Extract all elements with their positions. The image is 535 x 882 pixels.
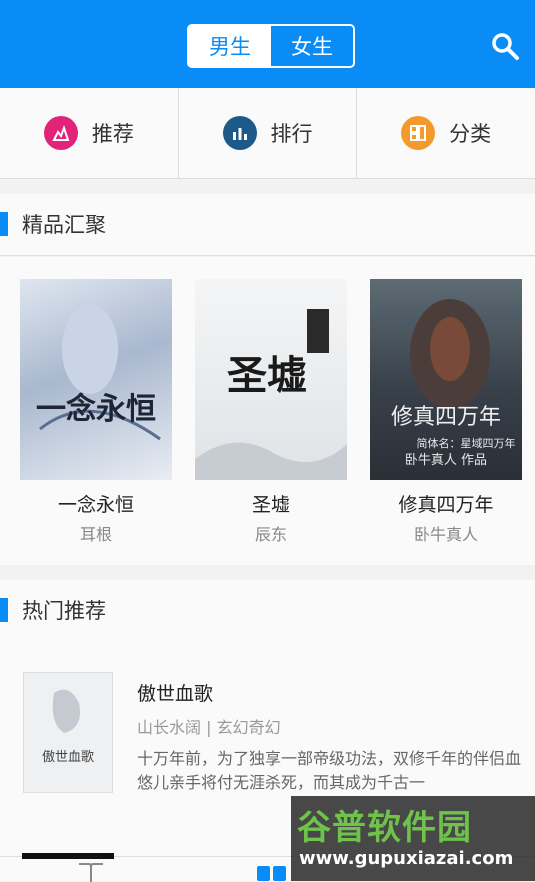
bar-chart-icon <box>222 116 257 150</box>
gender-toggle: 男生 女生 <box>187 24 355 68</box>
top-bar: 男生 女生 <box>0 0 535 88</box>
tab-male[interactable]: 男生 <box>189 26 271 66</box>
bookshelf-icon[interactable] <box>77 862 105 882</box>
cover-title-text: 傲世血歌 <box>42 750 94 765</box>
featured-header: 精品汇聚 <box>0 194 535 256</box>
watermark-url: www.gupuxiazai.com <box>299 848 514 869</box>
book-title: 傲世血歌 <box>137 683 214 705</box>
bookstore-icon[interactable] <box>256 865 288 882</box>
book-cover[interactable]: 圣墟 <box>195 279 347 480</box>
hot-title: 热门推荐 <box>22 599 106 623</box>
cover-title-text: 圣墟 <box>227 352 307 399</box>
tab-indicator <box>22 853 114 859</box>
nav-ranking-label: 排行 <box>270 122 313 146</box>
nav-category[interactable]: 分类 <box>357 88 535 178</box>
nav-category-label: 分类 <box>449 122 492 146</box>
book-author: 辰东 <box>254 525 287 544</box>
featured-books: 一念永恒 一念永恒 耳根 圣墟 圣墟 辰东 修真四万年 简体名：星域四万年 卧牛… <box>0 257 535 565</box>
book-description: 十万年前，为了独享一部帝级功法，双修千年的伴侣血悠儿亲手将付无涯杀死，而其成为千… <box>137 749 522 792</box>
book-author: 耳根 <box>79 525 112 544</box>
book-cover[interactable]: 修真四万年 简体名：星域四万年 卧牛真人 作品 <box>370 279 522 480</box>
book-cover[interactable]: 傲世血歌 <box>23 672 113 793</box>
category-grid-icon <box>401 116 436 150</box>
tab-female[interactable]: 女生 <box>271 26 353 66</box>
featured-title: 精品汇聚 <box>22 213 106 237</box>
hot-header: 热门推荐 <box>0 580 535 642</box>
section-accent-bar <box>0 598 8 622</box>
book-title: 一念永恒 <box>57 494 134 516</box>
cover-subtitle-text: 简体名：星域四万年 <box>417 436 516 450</box>
nav-ranking[interactable]: 排行 <box>179 88 358 178</box>
book-author: 卧牛真人 <box>413 525 478 544</box>
book-card[interactable]: 圣墟 圣墟 辰东 <box>195 279 347 545</box>
book-card[interactable]: 修真四万年 简体名：星域四万年 卧牛真人 作品 修真四万年 卧牛真人 <box>370 279 522 545</box>
book-cover[interactable]: 一念永恒 <box>20 279 172 480</box>
cover-title-text: 修真四万年 <box>391 405 501 430</box>
cover-author-text: 卧牛真人 作品 <box>405 453 487 468</box>
cover-title-text: 一念永恒 <box>36 392 156 427</box>
watermark-title: 谷普软件园 <box>297 808 472 848</box>
flame-icon <box>43 116 78 150</box>
watermark: 谷普软件园 www.gupuxiazai.com <box>291 796 535 881</box>
search-icon[interactable] <box>490 31 520 61</box>
category-nav: 推荐 排行 分类 <box>0 88 535 179</box>
book-card[interactable]: 一念永恒 一念永恒 耳根 <box>20 279 172 545</box>
section-accent-bar <box>0 212 8 236</box>
book-title: 圣墟 <box>251 494 290 516</box>
nav-recommend[interactable]: 推荐 <box>0 88 179 178</box>
book-meta: 山长水阔 | 玄幻奇幻 <box>137 718 281 737</box>
nav-recommend-label: 推荐 <box>91 122 134 146</box>
book-title: 修真四万年 <box>398 494 494 516</box>
